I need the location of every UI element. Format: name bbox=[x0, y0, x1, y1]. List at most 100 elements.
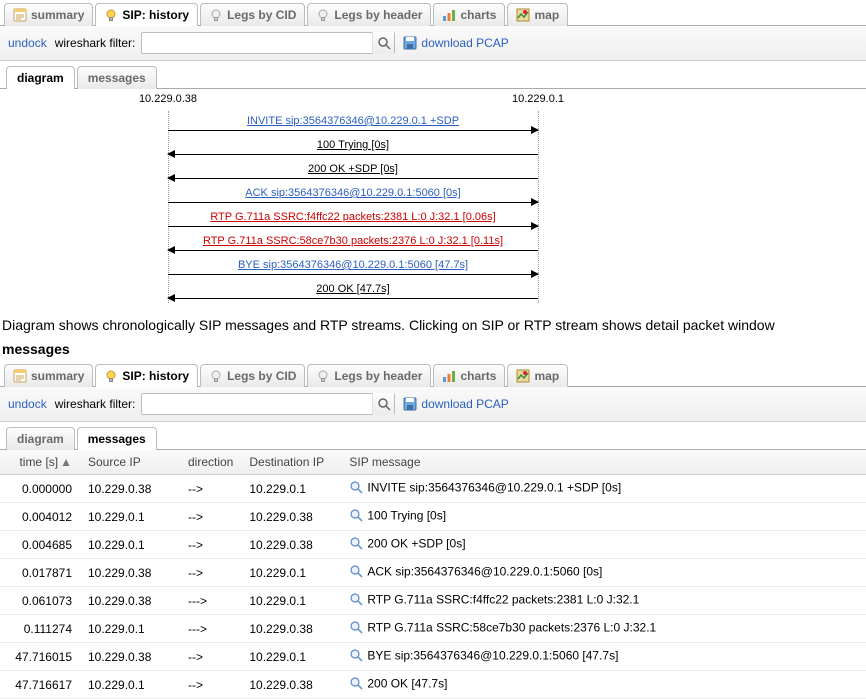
seq-message-text: 100 Trying [0s] bbox=[168, 139, 538, 151]
tab-charts[interactable]: charts bbox=[433, 364, 505, 387]
seq-message[interactable]: 200 OK [47.7s] bbox=[168, 283, 538, 307]
tab-sip-history[interactable]: SIP: history bbox=[95, 3, 198, 26]
seq-message[interactable]: 200 OK +SDP [0s] bbox=[168, 163, 538, 187]
detail-button[interactable] bbox=[349, 480, 363, 497]
undock-link[interactable]: undock bbox=[8, 36, 47, 50]
cell-time: 0.004012 bbox=[0, 503, 80, 531]
seq-message[interactable]: BYE sip:3564376346@10.229.0.1:5060 [47.7… bbox=[168, 259, 538, 283]
tab-label: SIP: history bbox=[122, 8, 189, 22]
cell-direction: --> bbox=[180, 671, 241, 699]
cell-source-ip: 10.229.0.1 bbox=[80, 531, 180, 559]
cell-time: 47.716617 bbox=[0, 671, 80, 699]
detail-button[interactable] bbox=[349, 620, 363, 637]
arrow-line bbox=[168, 154, 538, 155]
cell-sip-message: 100 Trying [0s] bbox=[341, 503, 866, 531]
cell-direction: --> bbox=[180, 531, 241, 559]
col-time[interactable]: time [s]▲ bbox=[0, 450, 80, 475]
cell-direction: ---> bbox=[180, 587, 241, 615]
wireshark-filter-search-button[interactable] bbox=[372, 32, 394, 54]
table-row[interactable]: 0.00468510.229.0.1-->10.229.0.38200 OK +… bbox=[0, 531, 866, 559]
seq-message[interactable]: 100 Trying [0s] bbox=[168, 139, 538, 163]
cell-destination-ip: 10.229.0.38 bbox=[241, 671, 341, 699]
subtab-messages[interactable]: messages bbox=[77, 66, 157, 89]
tab-map[interactable]: map bbox=[507, 364, 568, 387]
arrow-line bbox=[168, 298, 538, 299]
cell-source-ip: 10.229.0.38 bbox=[80, 475, 180, 503]
cell-sip-message: RTP G.711a SSRC:58ce7b30 packets:2376 L:… bbox=[341, 615, 866, 643]
subtab-diagram[interactable]: diagram bbox=[6, 427, 75, 450]
arrowhead-icon bbox=[167, 294, 175, 302]
arrowhead-icon bbox=[167, 150, 175, 158]
bulb-off-icon bbox=[209, 8, 223, 22]
download-pcap-button[interactable]: download PCAP bbox=[403, 36, 508, 50]
detail-button[interactable] bbox=[349, 592, 363, 609]
col-source-ip[interactable]: Source IP bbox=[80, 450, 180, 475]
undock-link[interactable]: undock bbox=[8, 397, 47, 411]
detail-button[interactable] bbox=[349, 648, 363, 665]
tab-legs-by-header[interactable]: Legs by header bbox=[307, 3, 431, 26]
tab-charts[interactable]: charts bbox=[433, 3, 505, 26]
seq-message[interactable]: RTP G.711a SSRC:58ce7b30 packets:2376 L:… bbox=[168, 235, 538, 259]
tab-summary[interactable]: summary bbox=[4, 3, 93, 26]
download-pcap-button[interactable]: download PCAP bbox=[403, 397, 508, 411]
seq-message[interactable]: ACK sip:3564376346@10.229.0.1:5060 [0s] bbox=[168, 187, 538, 211]
seq-message[interactable]: INVITE sip:3564376346@10.229.0.1 +SDP bbox=[168, 115, 538, 139]
seq-message[interactable]: RTP G.711a SSRC:f4ffc22 packets:2381 L:0… bbox=[168, 211, 538, 235]
detail-button[interactable] bbox=[349, 564, 363, 581]
cell-sip-message: BYE sip:3564376346@10.229.0.1:5060 [47.7… bbox=[341, 643, 866, 671]
detail-button[interactable] bbox=[349, 536, 363, 553]
cell-time: 47.716015 bbox=[0, 643, 80, 671]
cell-time: 0.017871 bbox=[0, 559, 80, 587]
col-direction[interactable]: direction bbox=[180, 450, 241, 475]
cell-direction: ---> bbox=[180, 615, 241, 643]
table-row[interactable]: 0.00401210.229.0.1-->10.229.0.38100 Tryi… bbox=[0, 503, 866, 531]
cell-source-ip: 10.229.0.38 bbox=[80, 643, 180, 671]
tab-summary[interactable]: summary bbox=[4, 364, 93, 387]
detail-button[interactable] bbox=[349, 508, 363, 525]
detail-button[interactable] bbox=[349, 676, 363, 693]
tab-sip-history[interactable]: SIP: history bbox=[95, 364, 198, 387]
arrowhead-icon bbox=[167, 174, 175, 182]
seq-message-text: INVITE sip:3564376346@10.229.0.1 +SDP bbox=[168, 115, 538, 127]
arrowhead-icon bbox=[531, 270, 539, 278]
tab-legs-by-cid[interactable]: Legs by CID bbox=[200, 3, 305, 26]
cell-source-ip: 10.229.0.38 bbox=[80, 587, 180, 615]
cell-time: 0.000000 bbox=[0, 475, 80, 503]
table-row[interactable]: 0.06107310.229.0.38--->10.229.0.1RTP G.7… bbox=[0, 587, 866, 615]
panel-2: summary SIP: history Legs by CID Legs by he… bbox=[0, 361, 866, 699]
tab-legs-by-cid[interactable]: Legs by CID bbox=[200, 364, 305, 387]
summary-icon bbox=[13, 8, 27, 22]
cell-destination-ip: 10.229.0.38 bbox=[241, 531, 341, 559]
table-row[interactable]: 0.00000010.229.0.38-->10.229.0.1INVITE s… bbox=[0, 475, 866, 503]
col-sip-message[interactable]: SIP message bbox=[341, 450, 866, 475]
subtab-diagram[interactable]: diagram bbox=[6, 66, 75, 89]
arrowhead-icon bbox=[531, 126, 539, 134]
sequence-diagram: 10.229.0.38 10.229.0.1 INVITE sip:356437… bbox=[0, 89, 866, 311]
arrow-line bbox=[168, 202, 538, 203]
tab-label: SIP: history bbox=[122, 369, 189, 383]
table-row[interactable]: 0.01787110.229.0.38-->10.229.0.1ACK sip:… bbox=[0, 559, 866, 587]
tab-map[interactable]: map bbox=[507, 3, 568, 26]
wireshark-filter-input[interactable] bbox=[142, 394, 372, 414]
seq-message-text: 200 OK +SDP [0s] bbox=[168, 163, 538, 175]
subtab-messages[interactable]: messages bbox=[77, 427, 157, 450]
seq-message-text: BYE sip:3564376346@10.229.0.1:5060 [47.7… bbox=[168, 259, 538, 271]
arrowhead-icon bbox=[167, 246, 175, 254]
cell-source-ip: 10.229.0.1 bbox=[80, 615, 180, 643]
tab-legs-by-header[interactable]: Legs by header bbox=[307, 364, 431, 387]
main-tabstrip-2: summary SIP: history Legs by CID Legs by he… bbox=[0, 361, 866, 387]
tab-label: Legs by CID bbox=[227, 369, 296, 383]
bulb-off-icon bbox=[316, 8, 330, 22]
col-destination-ip[interactable]: Destination IP bbox=[241, 450, 341, 475]
table-row[interactable]: 47.71661710.229.0.1-->10.229.0.38200 OK … bbox=[0, 671, 866, 699]
messages-table: time [s]▲ Source IP direction Destinatio… bbox=[0, 450, 866, 699]
bulb-on-icon bbox=[104, 8, 118, 22]
wireshark-filter-input[interactable] bbox=[142, 33, 372, 53]
cell-destination-ip: 10.229.0.1 bbox=[241, 643, 341, 671]
table-row[interactable]: 0.11127410.229.0.1--->10.229.0.38RTP G.7… bbox=[0, 615, 866, 643]
bulb-off-icon bbox=[209, 369, 223, 383]
cell-direction: --> bbox=[180, 503, 241, 531]
cell-destination-ip: 10.229.0.1 bbox=[241, 587, 341, 615]
wireshark-filter-search-button[interactable] bbox=[372, 393, 394, 415]
table-row[interactable]: 47.71601510.229.0.38-->10.229.0.1BYE sip… bbox=[0, 643, 866, 671]
